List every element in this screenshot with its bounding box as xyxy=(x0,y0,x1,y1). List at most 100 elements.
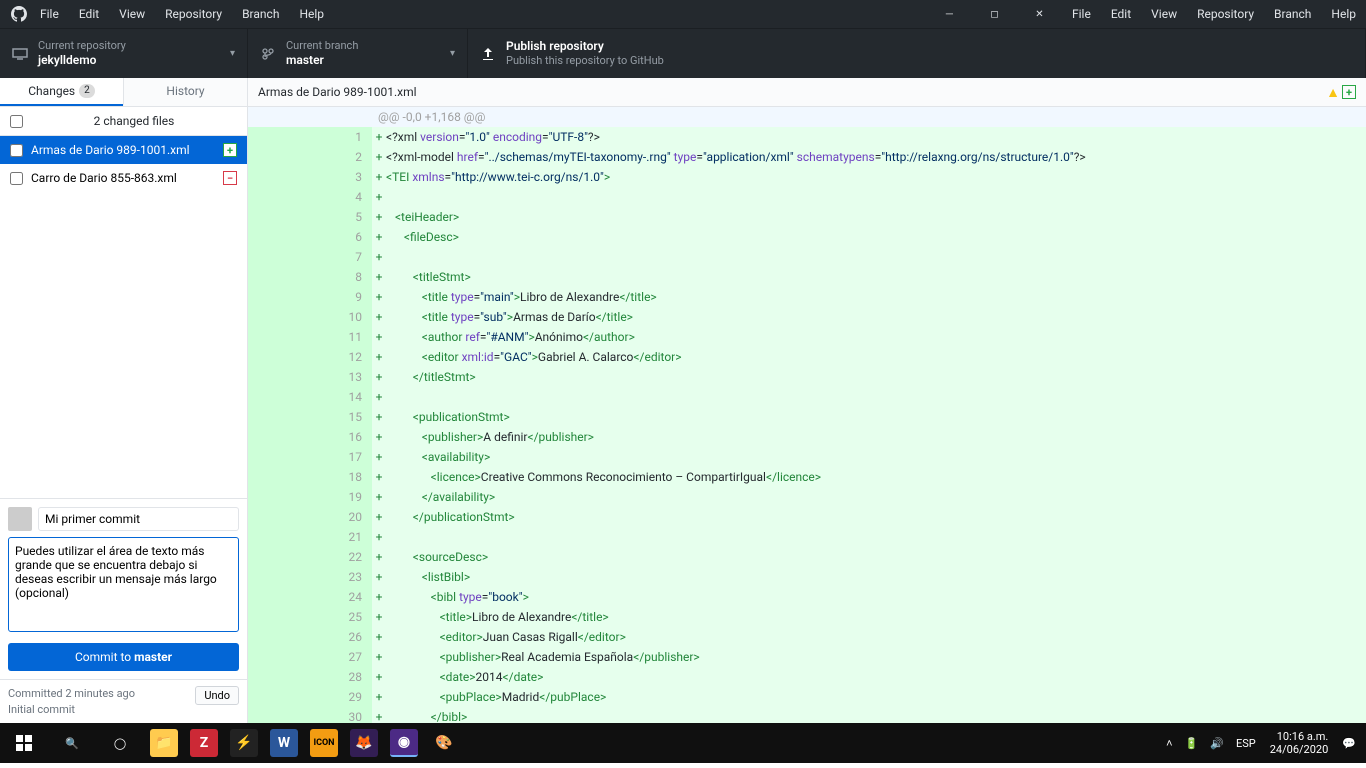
upload-icon xyxy=(480,46,496,62)
code-line: + <publisher>A definir</publisher> xyxy=(372,427,1366,447)
file-row[interactable]: Armas de Dario 989-1001.xml+ xyxy=(0,136,247,164)
line-gutter: 25 xyxy=(248,607,372,627)
code-line: + <listBibl> xyxy=(372,567,1366,587)
last-commit-row: Committed 2 minutes ago Initial commit U… xyxy=(0,679,247,723)
code-line: +<?xml-model href="../schemas/myTEI-taxo… xyxy=(372,147,1366,167)
file-name: Armas de Dario 989-1001.xml xyxy=(31,143,223,157)
code-line: + <availability> xyxy=(372,447,1366,467)
file-checkbox[interactable] xyxy=(10,172,23,185)
select-all-checkbox[interactable] xyxy=(10,115,23,128)
line-gutter: 24 xyxy=(248,587,372,607)
tray-volume-icon[interactable]: 🔊 xyxy=(1204,723,1230,763)
menu-file[interactable]: File xyxy=(1062,0,1101,28)
tray-clock[interactable]: 10:16 a.m. 24/06/2020 xyxy=(1262,730,1337,756)
code-line: + <title>Libro de Alexandre</title> xyxy=(372,607,1366,627)
menu-view[interactable]: View xyxy=(109,0,155,28)
menu-repository[interactable]: Repository xyxy=(155,0,232,28)
line-gutter: 9 xyxy=(248,287,372,307)
line-gutter: 3 xyxy=(248,167,372,187)
tray-chevron-icon[interactable]: ˄ xyxy=(1160,723,1178,763)
line-gutter: 18 xyxy=(248,467,372,487)
taskbar-app-explorer[interactable]: 📁 xyxy=(144,723,184,763)
diff-view[interactable]: @@ -0,0 +1,168 @@1+<?xml version="1.0" e… xyxy=(248,107,1366,723)
menu-help[interactable]: Help xyxy=(289,0,334,28)
undo-button[interactable]: Undo xyxy=(195,686,239,705)
cortana-button[interactable]: ◯ xyxy=(96,723,144,763)
line-gutter: 15 xyxy=(248,407,372,427)
code-line: + <sourceDesc> xyxy=(372,547,1366,567)
taskbar-app-word[interactable]: W xyxy=(264,723,304,763)
repo-label: Current repository xyxy=(38,39,126,53)
code-line: + <publisher>Real Academia Española</pub… xyxy=(372,647,1366,667)
tab-changes[interactable]: Changes 2 xyxy=(0,78,123,106)
search-button[interactable]: 🔍 xyxy=(48,723,96,763)
current-repository-selector[interactable]: Current repository jekylldemo ▾ xyxy=(0,29,248,78)
commit-button[interactable]: Commit to master xyxy=(8,643,239,671)
repo-value: jekylldemo xyxy=(38,53,126,69)
branch-icon xyxy=(260,46,276,62)
github-logo-icon xyxy=(8,6,30,22)
code-line: +<?xml version="1.0" encoding="UTF-8"?> xyxy=(372,127,1366,147)
taskbar-app-winamp[interactable]: ⚡ xyxy=(224,723,264,763)
menu-repository[interactable]: Repository xyxy=(1187,0,1264,28)
menu-edit[interactable]: Edit xyxy=(69,0,109,28)
files-header: 2 changed files xyxy=(0,107,247,136)
line-gutter: 30 xyxy=(248,707,372,723)
commit-summary-input[interactable] xyxy=(38,507,239,531)
line-gutter: 2 xyxy=(248,147,372,167)
file-name: Carro de Dario 855-863.xml xyxy=(31,171,223,185)
line-gutter: 23 xyxy=(248,567,372,587)
taskbar-app-github[interactable]: ◉ xyxy=(384,723,424,763)
tab-history[interactable]: History xyxy=(123,78,247,106)
minimize-button[interactable]: ─ xyxy=(927,0,972,28)
file-row[interactable]: Carro de Dario 855-863.xml− xyxy=(0,164,247,192)
start-button[interactable] xyxy=(0,723,48,763)
file-header: Armas de Dario 989-1001.xml ▲ + xyxy=(248,78,1366,107)
line-gutter: 19 xyxy=(248,487,372,507)
line-gutter: 28 xyxy=(248,667,372,687)
taskbar-app-firefox[interactable]: 🦊 xyxy=(344,723,384,763)
line-gutter: 13 xyxy=(248,367,372,387)
line-gutter: 20 xyxy=(248,507,372,527)
close-button[interactable]: ✕ xyxy=(1017,0,1062,28)
taskbar-app-zotero[interactable]: Z xyxy=(184,723,224,763)
code-line: +<TEI xmlns="http://www.tei-c.org/ns/1.0… xyxy=(372,167,1366,187)
publish-sub: Publish this repository to GitHub xyxy=(506,54,664,68)
menu-edit[interactable]: Edit xyxy=(1101,0,1141,28)
chevron-down-icon: ▾ xyxy=(230,48,235,59)
commit-description-input[interactable] xyxy=(8,537,239,632)
current-branch-selector[interactable]: Current branch master ▾ xyxy=(248,29,468,78)
line-gutter: 11 xyxy=(248,327,372,347)
menu-branch[interactable]: Branch xyxy=(232,0,289,28)
line-gutter: 29 xyxy=(248,687,372,707)
file-header-name: Armas de Dario 989-1001.xml xyxy=(258,85,1326,99)
line-gutter: 14 xyxy=(248,387,372,407)
taskbar-app-paint[interactable]: 🎨 xyxy=(424,723,464,763)
menu-branch[interactable]: Branch xyxy=(1264,0,1321,28)
file-checkbox[interactable] xyxy=(10,144,23,157)
menu-view[interactable]: View xyxy=(1141,0,1187,28)
branch-label: Current branch xyxy=(286,39,358,53)
changes-count-badge: 2 xyxy=(79,84,95,98)
code-line: + <date>2014</date> xyxy=(372,667,1366,687)
diff-panel: Armas de Dario 989-1001.xml ▲ + @@ -0,0 … xyxy=(248,78,1366,723)
window-controls: ─ ◻ ✕ xyxy=(927,0,1062,28)
code-line: + </bibl> xyxy=(372,707,1366,723)
tray-battery-icon[interactable]: 🔋 xyxy=(1179,723,1205,763)
line-gutter: 4 xyxy=(248,187,372,207)
line-gutter: 27 xyxy=(248,647,372,667)
commit-form: Commit to master xyxy=(0,498,247,679)
last-commit-msg: Initial commit xyxy=(8,702,195,717)
publish-repository-button[interactable]: Publish repository Publish this reposito… xyxy=(468,29,1366,78)
menu-file[interactable]: File xyxy=(30,0,69,28)
line-gutter: 6 xyxy=(248,227,372,247)
added-file-icon: + xyxy=(1342,85,1356,99)
maximize-button[interactable]: ◻ xyxy=(972,0,1017,28)
code-line: + </titleStmt> xyxy=(372,367,1366,387)
tray-language[interactable]: ESP xyxy=(1230,723,1262,763)
menu-help[interactable]: Help xyxy=(1321,0,1366,28)
tray-notifications-icon[interactable]: 💬 xyxy=(1336,723,1362,763)
taskbar-app-icon[interactable]: ICON xyxy=(304,723,344,763)
line-gutter: 8 xyxy=(248,267,372,287)
code-line: + <editor xml:id="GAC">Gabriel A. Calarc… xyxy=(372,347,1366,367)
